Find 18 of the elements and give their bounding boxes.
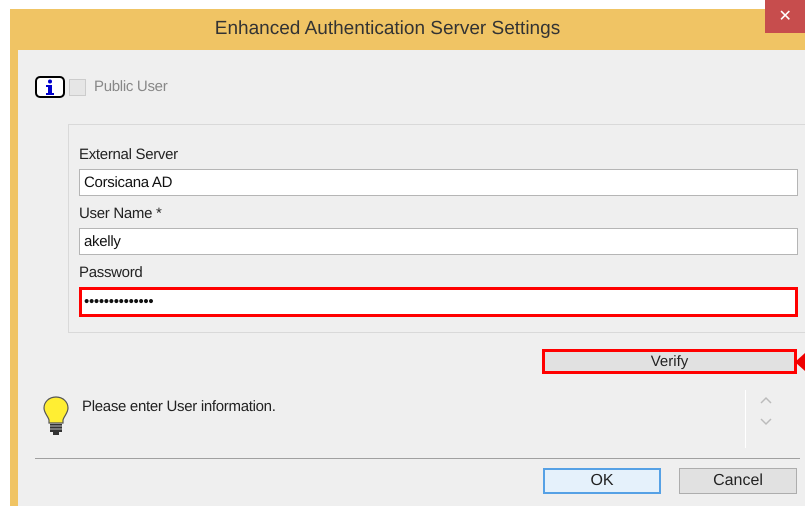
verify-button[interactable]: Verify (542, 348, 797, 374)
status-message: Please enter User information. (82, 396, 277, 416)
dialog-button[interactable]: Cancel (679, 468, 797, 494)
annotation-arrowhead (795, 353, 805, 371)
text-field[interactable]: Corsicana AD (79, 168, 798, 196)
close-button[interactable]: ✕ (765, 0, 805, 33)
window-title: Enhanced Authentication Server Settings (214, 17, 560, 42)
field-label: External Server (79, 144, 179, 164)
scroll-up-icon[interactable] (760, 396, 772, 404)
text-field[interactable]: akelly (79, 228, 798, 254)
field-label: User Name * (79, 204, 163, 224)
info-icon[interactable] (35, 76, 65, 98)
lightbulb-icon (43, 396, 69, 436)
password-field[interactable]: •••••••••••••• (79, 286, 798, 316)
field-label: Password (79, 262, 144, 282)
public-user-label: Public User (94, 77, 168, 97)
dialog-button[interactable]: OK (543, 468, 661, 494)
scroll-down-icon[interactable] (760, 418, 772, 426)
